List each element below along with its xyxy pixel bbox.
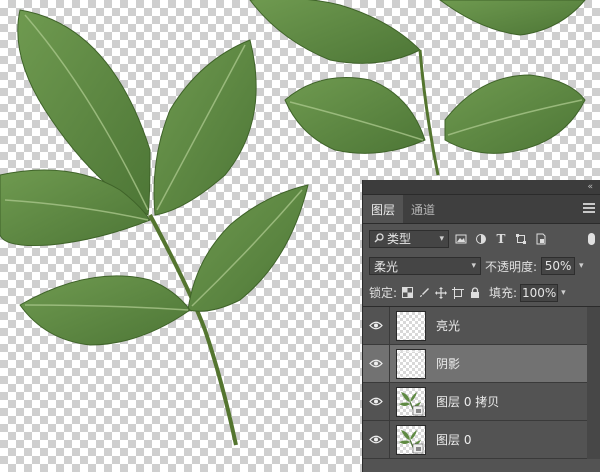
lock-all-icon[interactable] [468,286,482,300]
panel-menu-icon[interactable] [583,203,595,213]
opacity-value: 50% [544,259,572,273]
lock-position-icon[interactable] [434,286,448,300]
layer-thumbnail [396,310,426,341]
chevron-down-icon: ▾ [471,261,476,271]
image-filter-icon[interactable] [453,231,469,247]
leaf-thumbnail-icon [399,391,424,415]
layer-row[interactable]: 阴影 [363,345,600,383]
visibility-eye-icon[interactable] [363,435,389,444]
layer-name: 图层 0 [436,433,472,447]
collapse-panel-icon[interactable]: « [587,182,595,192]
layer-thumbnail [396,348,426,379]
opacity-dropdown-icon[interactable]: ▾ [579,261,584,271]
leaf-thumbnail-icon [399,429,424,453]
layer-row[interactable]: 图层 0 [363,421,600,459]
lock-row: 锁定: 填充: 100% ▾ [363,279,600,307]
layer-row[interactable]: 亮光 [363,307,600,345]
shape-filter-icon[interactable] [513,231,529,247]
search-icon [374,232,384,246]
layer-thumbnail [396,424,426,455]
layer-row[interactable]: 图层 0 拷贝 [363,383,600,421]
tab-channels[interactable]: 通道 [403,195,443,223]
blend-mode-value: 柔光 [374,259,399,274]
tab-layers[interactable]: 图层 [363,195,404,223]
panel-title-bar: « [363,180,600,195]
opacity-input[interactable]: 50% [541,257,576,275]
layer-thumbnail [396,386,426,417]
layers-panel: « 图层 通道 类型 ▾ T 柔光 ▾ 不透明度: 50% ▾ 锁定: 填充: … [362,180,600,472]
blend-row: 柔光 ▾ 不透明度: 50% ▾ [363,253,600,279]
fill-label: 填充: [489,286,518,300]
smart-object-filter-icon[interactable] [533,231,549,247]
adjustment-filter-icon[interactable] [473,231,489,247]
layer-name: 亮光 [436,319,461,333]
visibility-eye-icon[interactable] [363,359,389,368]
chevron-down-icon: ▾ [439,233,444,244]
opacity-label: 不透明度: [485,259,538,274]
lock-label: 锁定: [369,286,398,300]
type-filter-icon[interactable]: T [493,231,509,247]
layer-name: 图层 0 拷贝 [436,395,500,409]
visibility-eye-icon[interactable] [363,397,389,406]
lock-transparent-pixels-icon[interactable] [400,286,414,300]
layer-name: 阴影 [436,357,461,371]
visibility-eye-icon[interactable] [363,321,389,330]
filter-kind-select[interactable]: 类型 ▾ [369,229,449,248]
blend-mode-select[interactable]: 柔光 ▾ [369,257,481,275]
layers-scrollbar[interactable] [587,307,600,459]
filter-toggle[interactable] [588,232,595,245]
fill-dropdown-icon[interactable]: ▾ [561,288,566,298]
panel-tabs: 图层 通道 [363,195,600,224]
lock-image-pixels-icon[interactable] [417,286,431,300]
layers-list: 亮光 阴影 图层 0 拷贝 图层 0 [363,307,600,459]
filter-kind-label: 类型 [387,232,412,246]
fill-value: 100% [521,285,557,300]
lock-artboard-icon[interactable] [451,286,465,300]
fill-input[interactable]: 100% [520,283,559,302]
filter-row: 类型 ▾ T [363,224,600,253]
